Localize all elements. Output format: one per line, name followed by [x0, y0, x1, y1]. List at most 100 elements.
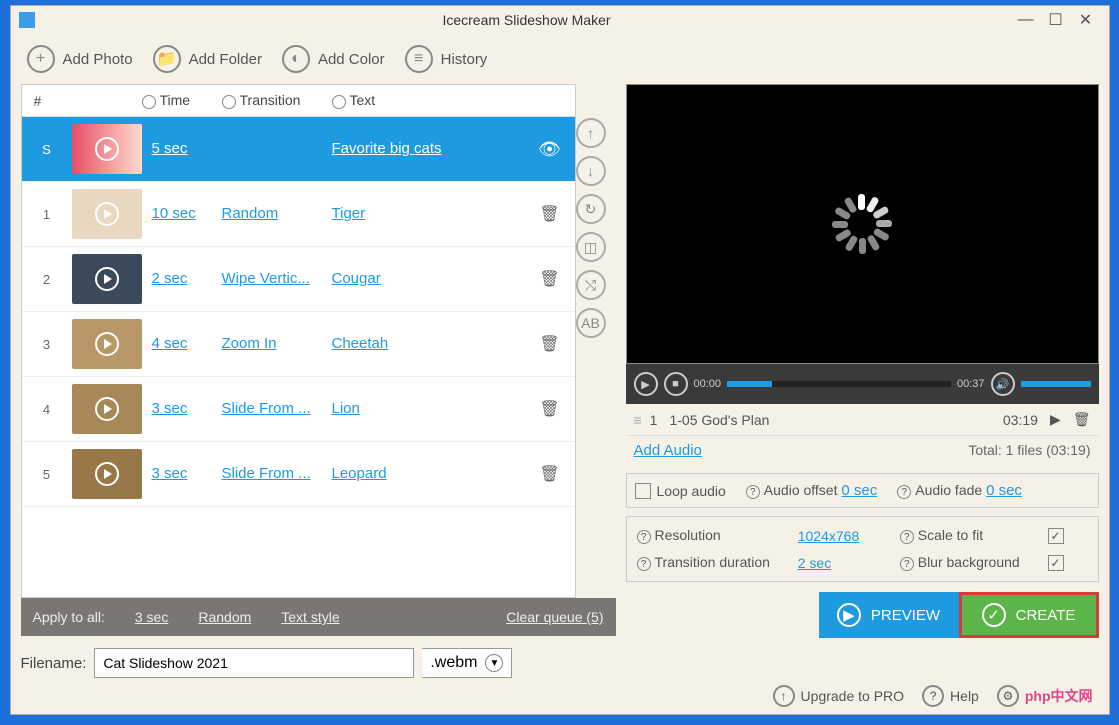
maximize-button[interactable]: ☐: [1041, 10, 1071, 30]
play-button[interactable]: ▶: [634, 372, 658, 396]
delete-icon[interactable]: 🗑: [539, 206, 559, 223]
text-link[interactable]: Favorite big cats: [332, 140, 442, 157]
slide-thumbnail[interactable]: [72, 124, 142, 174]
table-row[interactable]: 2 2 sec Wipe Vertic... Cougar 🗑: [22, 247, 575, 312]
transition-link[interactable]: Random: [222, 205, 279, 222]
progress-bar[interactable]: [727, 381, 951, 387]
blur-checkbox[interactable]: ✓: [1048, 555, 1064, 571]
transition-link[interactable]: Slide From ...: [222, 400, 311, 417]
help-icon[interactable]: ?: [637, 530, 651, 544]
time-link[interactable]: 5 sec: [152, 140, 188, 157]
play-icon: [95, 267, 119, 291]
footer: ↑Upgrade to PRO ?Help ⚙php中文网: [11, 678, 1109, 714]
track-delete-icon[interactable]: 🗑: [1073, 411, 1091, 428]
time-link[interactable]: 2 sec: [152, 270, 188, 287]
time-link[interactable]: 3 sec: [152, 400, 188, 417]
create-button[interactable]: ✓ CREATE: [959, 592, 1099, 638]
table-row[interactable]: 3 4 sec Zoom In Cheetah 🗑: [22, 312, 575, 377]
play-icon: [95, 462, 119, 486]
slide-thumbnail[interactable]: [72, 384, 142, 434]
settings-button[interactable]: ⚙php中文网: [997, 685, 1093, 707]
volume-slider[interactable]: [1021, 381, 1091, 387]
add-folder-button[interactable]: 📁Add Folder: [153, 45, 262, 73]
transition-link[interactable]: Zoom In: [222, 335, 277, 352]
move-down-button[interactable]: ↓: [576, 156, 606, 186]
text-link[interactable]: Leopard: [332, 465, 387, 482]
transition-link[interactable]: Wipe Vertic...: [222, 270, 310, 287]
output-settings: ?Resolution 1024x768 ?Scale to fit ✓ ?Tr…: [626, 516, 1099, 582]
time-current: 00:00: [694, 378, 722, 390]
trans-duration-link[interactable]: 2 sec: [798, 555, 888, 571]
help-icon[interactable]: ?: [746, 485, 760, 499]
slide-thumbnail[interactable]: [72, 254, 142, 304]
close-button[interactable]: ✕: [1071, 10, 1101, 30]
eye-icon[interactable]: 👁: [538, 139, 561, 159]
table-row[interactable]: S 5 sec Favorite big cats 👁: [22, 117, 575, 182]
question-icon: ?: [922, 685, 944, 707]
delete-icon[interactable]: 🗑: [539, 336, 559, 353]
left-panel: # Time Transition Text S 5 sec Favorite …: [21, 84, 616, 678]
apply-label: Apply to all:: [33, 609, 105, 625]
list-icon: ≡: [405, 45, 433, 73]
action-buttons: ▶ PREVIEW ✓ CREATE: [626, 592, 1099, 638]
track-play-icon[interactable]: ▶: [1050, 411, 1061, 428]
table-row[interactable]: 4 3 sec Slide From ... Lion 🗑: [22, 377, 575, 442]
up-arrow-icon: ↑: [773, 685, 795, 707]
text-link[interactable]: Cheetah: [332, 335, 389, 352]
shuffle-button[interactable]: ⤭: [576, 270, 606, 300]
audio-track-row[interactable]: ≡ 1 1-05 God's Plan 03:19 ▶ 🗑: [626, 404, 1099, 436]
table-row[interactable]: 1 10 sec Random Tiger 🗑: [22, 182, 575, 247]
time-link[interactable]: 3 sec: [152, 465, 188, 482]
delete-icon[interactable]: 🗑: [539, 401, 559, 418]
slide-thumbnail[interactable]: [72, 189, 142, 239]
delete-icon[interactable]: 🗑: [539, 466, 559, 483]
text-link[interactable]: Cougar: [332, 270, 381, 287]
loading-spinner-icon: [832, 194, 892, 254]
ab-button[interactable]: AB: [576, 308, 606, 338]
slide-thumbnail[interactable]: [72, 319, 142, 369]
help-button[interactable]: ?Help: [922, 685, 979, 707]
apply-textstyle-link[interactable]: Text style: [281, 609, 339, 625]
delete-icon[interactable]: 🗑: [539, 271, 559, 288]
mute-button[interactable]: 🔊: [991, 372, 1015, 396]
time-link[interactable]: 4 sec: [152, 335, 188, 352]
extension-dropdown[interactable]: .webm ▼: [422, 648, 512, 678]
help-icon[interactable]: ?: [900, 557, 914, 571]
add-color-button[interactable]: ◐Add Color: [282, 45, 385, 73]
help-icon[interactable]: ?: [897, 485, 911, 499]
audio-fade-link[interactable]: 0 sec: [986, 482, 1022, 499]
minimize-button[interactable]: —: [1011, 11, 1041, 29]
clear-queue-link[interactable]: Clear queue (5): [506, 609, 603, 625]
filename-input[interactable]: [94, 648, 414, 678]
time-link[interactable]: 10 sec: [152, 205, 196, 222]
col-transition[interactable]: Transition: [222, 92, 332, 108]
apply-time-link[interactable]: 3 sec: [135, 609, 168, 625]
audio-offset-link[interactable]: 0 sec: [841, 482, 877, 499]
apply-all-bar: Apply to all: 3 sec Random Text style Cl…: [21, 598, 616, 636]
resolution-link[interactable]: 1024x768: [798, 528, 888, 544]
preview-button[interactable]: ▶ PREVIEW: [819, 592, 959, 638]
help-icon[interactable]: ?: [637, 557, 651, 571]
track-handle-icon: ≡: [634, 412, 642, 428]
col-text[interactable]: Text: [332, 92, 525, 108]
col-time[interactable]: Time: [142, 92, 222, 108]
loop-checkbox[interactable]: [635, 483, 651, 499]
upgrade-button[interactable]: ↑Upgrade to PRO: [773, 685, 905, 707]
text-link[interactable]: Lion: [332, 400, 360, 417]
rotate-button[interactable]: ↻: [576, 194, 606, 224]
stop-button[interactable]: ■: [664, 372, 688, 396]
transition-link[interactable]: Slide From ...: [222, 465, 311, 482]
crop-button[interactable]: ◫: [576, 232, 606, 262]
text-link[interactable]: Tiger: [332, 205, 366, 222]
clock-icon: [142, 95, 156, 109]
scale-checkbox[interactable]: ✓: [1048, 528, 1064, 544]
move-up-button[interactable]: ↑: [576, 118, 606, 148]
slide-thumbnail[interactable]: [72, 449, 142, 499]
apply-transition-link[interactable]: Random: [198, 609, 251, 625]
table-row[interactable]: 5 3 sec Slide From ... Leopard 🗑: [22, 442, 575, 507]
add-photo-button[interactable]: +Add Photo: [27, 45, 133, 73]
play-icon: [95, 202, 119, 226]
history-button[interactable]: ≡History: [405, 45, 488, 73]
help-icon[interactable]: ?: [900, 530, 914, 544]
add-audio-link[interactable]: Add Audio: [634, 442, 702, 459]
